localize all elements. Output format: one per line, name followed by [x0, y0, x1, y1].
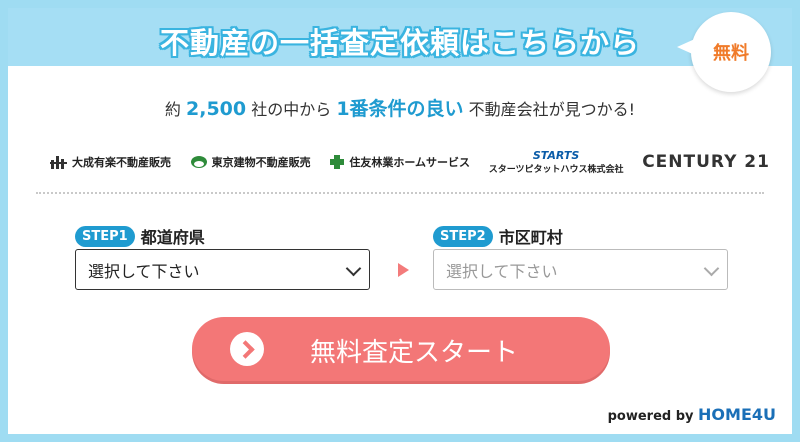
step2-pill: STEP2	[433, 225, 493, 247]
dotted-divider	[36, 192, 764, 194]
subtitle-mid: 社の中から	[251, 100, 332, 119]
partner-logos: 大成有楽不動産販売 東京建物不動産販売 住友林業ホームサービス STARTS ス…	[50, 147, 770, 177]
sumitomo-mark-icon	[330, 155, 345, 169]
subtitle-highlight: 1番条件の良い	[336, 98, 464, 120]
arrow-right-icon	[398, 263, 409, 277]
logo-century21: CENTURY 21	[642, 152, 770, 172]
logo-century-text: CENTURY 21	[642, 152, 770, 172]
step1-heading: STEP1 都道府県	[75, 224, 205, 248]
logo-starts-mark: STARTS	[532, 149, 580, 162]
city-select[interactable]: 選択して下さい	[433, 249, 728, 290]
widget-frame: 不動産の一括査定依頼はこちらから 無料 約 2,500 社の中から 1番条件の良…	[0, 0, 800, 442]
city-select-value: 選択して下さい	[446, 261, 558, 281]
logo-starts-text: スターツピタットハウス株式会社	[488, 165, 624, 175]
subtitle: 約 2,500 社の中から 1番条件の良い 不動産会社が見つかる!	[8, 94, 792, 121]
step2-heading: STEP2 市区町村	[433, 224, 563, 248]
step1-label: 都道府県	[140, 228, 205, 247]
powered-by-text: powered by	[607, 409, 694, 424]
logo-sumitomo: 住友林業ホームサービス	[329, 154, 470, 170]
powered-by: powered by HOME4U	[608, 405, 776, 424]
logo-sumitomo-text: 住友林業ホームサービス	[349, 156, 471, 169]
chevron-down-icon	[345, 260, 362, 277]
step1-pill: STEP1	[75, 225, 135, 247]
prefecture-select-value: 選択して下さい	[88, 261, 200, 281]
logo-taisei: 大成有楽不動産販売	[50, 154, 171, 170]
logo-starts: STARTS スターツピタットハウス株式会社	[489, 149, 624, 175]
page-title: 不動産の一括査定依頼はこちらから	[159, 26, 640, 60]
start-assessment-button[interactable]: 無料査定スタート	[192, 317, 610, 381]
taisei-mark-icon	[50, 156, 67, 169]
step2-label: 市区町村	[498, 228, 563, 247]
logo-tokyo-tatemono: 東京建物不動産販売	[190, 154, 311, 170]
subtitle-pre: 約	[164, 100, 181, 119]
header-banner: 不動産の一括査定依頼はこちらから	[8, 8, 792, 66]
start-assessment-label: 無料査定スタート	[309, 338, 518, 368]
free-badge: 無料	[677, 12, 771, 92]
free-badge-label: 無料	[713, 43, 749, 64]
prefecture-select[interactable]: 選択して下さい	[75, 249, 370, 290]
subtitle-count: 2,500	[186, 98, 247, 120]
chevron-down-icon	[703, 260, 720, 277]
logo-tokyo-text: 東京建物不動産販売	[211, 156, 311, 169]
subtitle-post: 不動産会社が見つかる!	[468, 100, 636, 119]
home4u-logo: HOME4U	[698, 405, 776, 424]
tokyo-tatemono-mark-icon	[190, 156, 207, 168]
logo-taisei-text: 大成有楽不動産販売	[72, 156, 171, 169]
